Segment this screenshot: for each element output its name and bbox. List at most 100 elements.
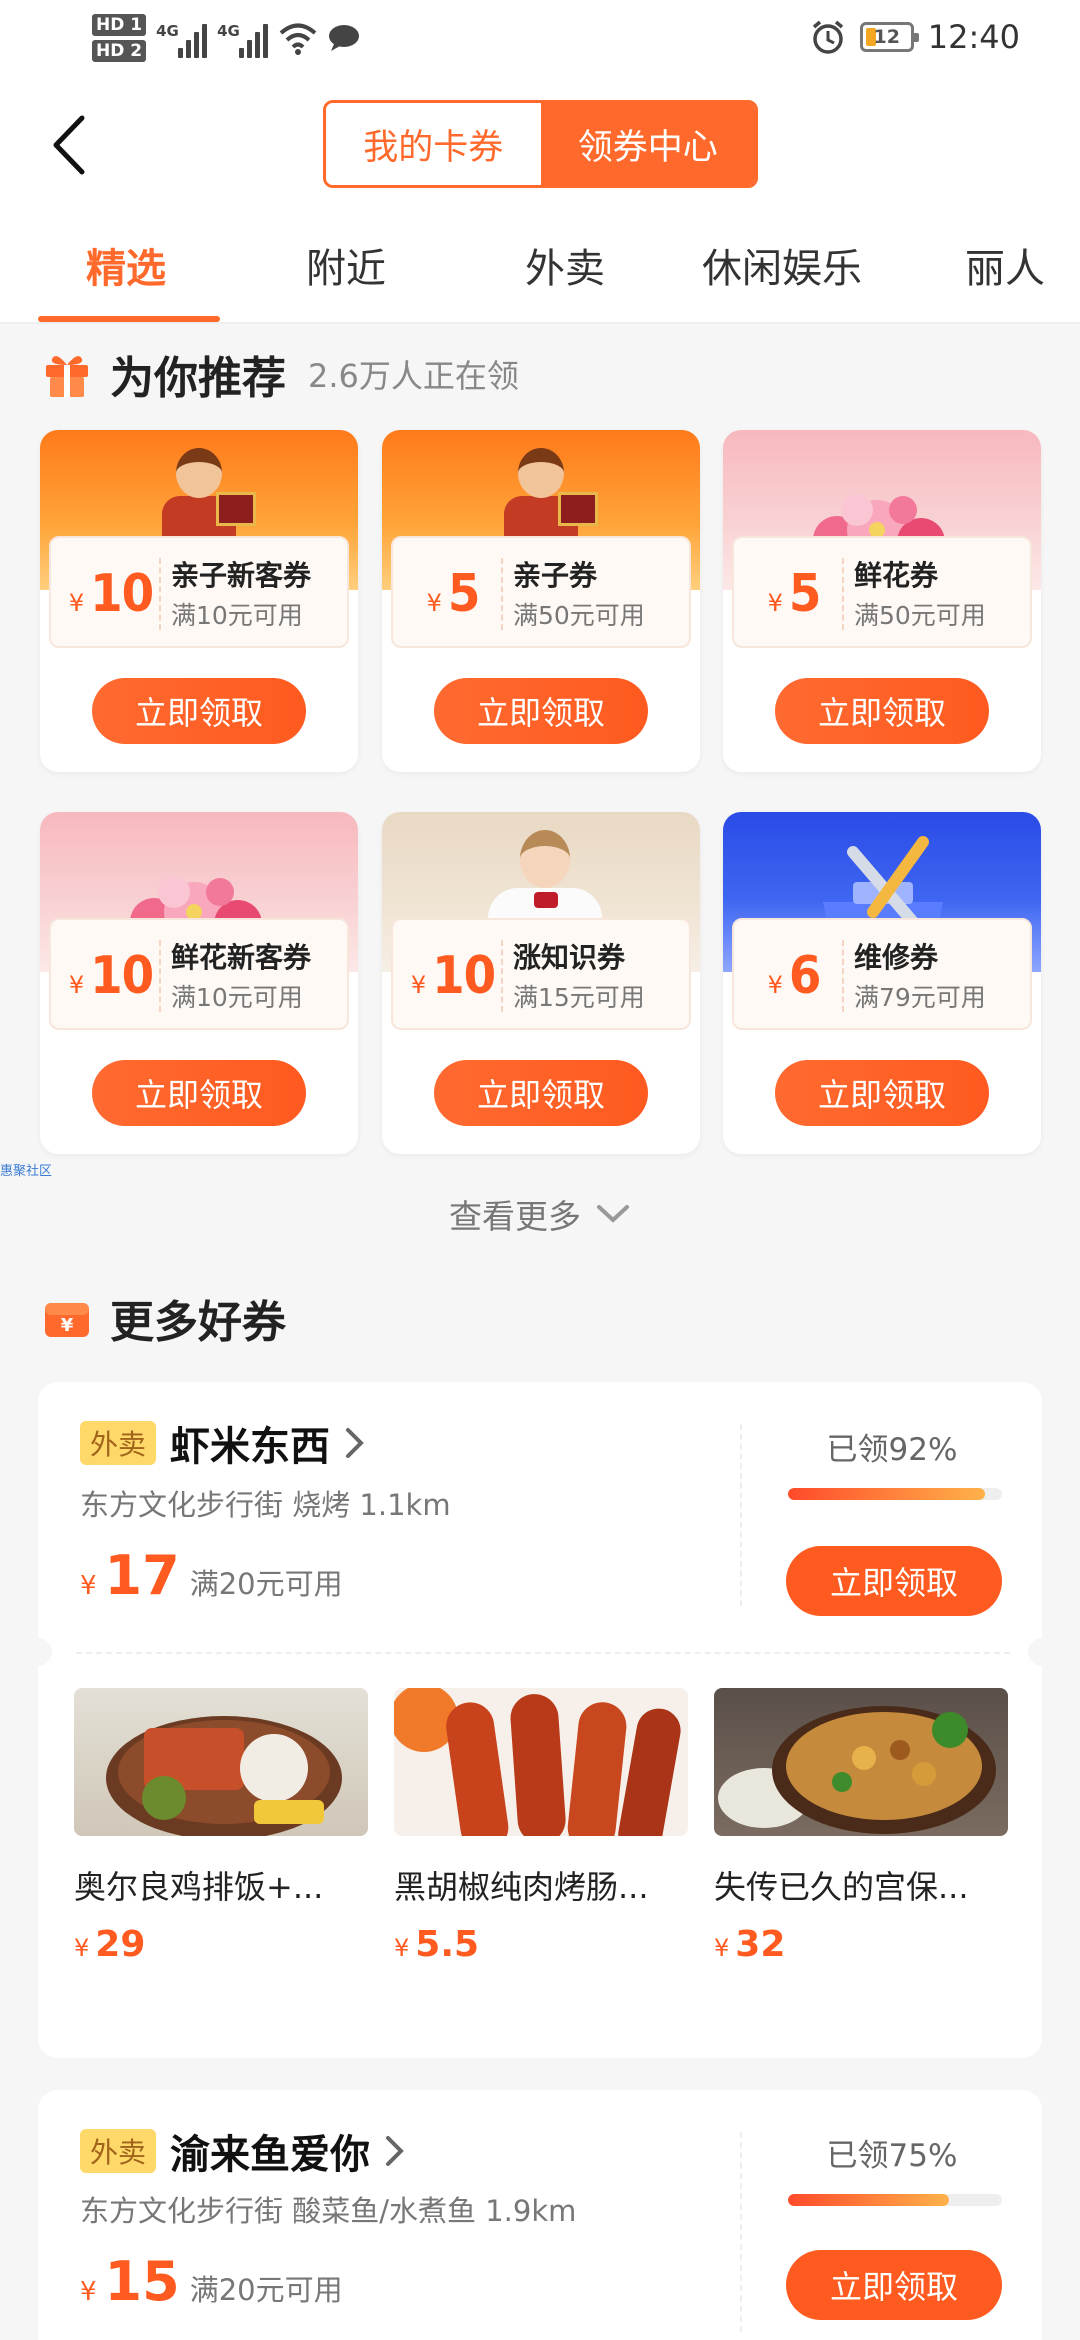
- coupon-currency: ¥: [80, 2277, 97, 2307]
- battery-icon: 12: [859, 22, 919, 52]
- coupon-card: ¥5 亲子券 满50元可用 立即领取: [382, 430, 700, 772]
- dish-image: [714, 1688, 1008, 1836]
- chevron-right-icon: [386, 2136, 404, 2166]
- shop-name: 渝来鱼爱你: [170, 2132, 371, 2178]
- dish-currency: ¥: [74, 1934, 90, 1962]
- tab-featured[interactable]: 精选: [86, 236, 166, 294]
- coupon-condition: 满20元可用: [189, 1567, 343, 1601]
- claim-button[interactable]: 立即领取: [786, 1546, 1002, 1616]
- coupon-condition: 满79元可用: [854, 983, 986, 1012]
- dish-item[interactable]: 奥尔良鸡排饭+... ¥ 29: [74, 1688, 368, 1965]
- recommend-title: 为你推荐: [110, 353, 286, 404]
- shop-meta: 东方文化步行街 酸菜鱼/水煮鱼 1.9km: [80, 2194, 577, 2228]
- coupon-name: 鲜花券: [854, 559, 939, 592]
- coupon-name: 涨知识券: [513, 941, 626, 974]
- claimed-progress-bar: [788, 1488, 1002, 1500]
- claim-button[interactable]: 立即领取: [92, 678, 306, 744]
- claim-button[interactable]: 立即领取: [434, 1060, 648, 1126]
- coupon-bag-icon: ¥: [45, 1303, 89, 1337]
- message-icon: [329, 25, 360, 51]
- gift-icon: [46, 356, 88, 397]
- dish-name: 奥尔良鸡排饭+...: [74, 1868, 324, 1906]
- top-header: 我的卡券 领券中心: [0, 86, 1080, 212]
- alarm-icon: [812, 20, 843, 54]
- dish-amount: 32: [735, 1924, 786, 1965]
- coupon-amount: 10: [90, 564, 154, 624]
- more-title: 更多好券: [110, 1297, 286, 1348]
- claim-button[interactable]: 立即领取: [92, 1060, 306, 1126]
- coupon-name: 维修券: [854, 941, 939, 974]
- claim-button[interactable]: 立即领取: [786, 2250, 1002, 2320]
- coupon-card: ¥6 维修券 满79元可用 立即领取: [723, 812, 1041, 1154]
- coupon-condition: 满20元可用: [189, 2273, 343, 2307]
- battery-level: 12: [873, 26, 900, 48]
- shop-name: 虾米东西: [170, 1424, 331, 1470]
- coupon-name: 亲子新客券: [171, 559, 312, 592]
- coupon-condition: 满10元可用: [171, 983, 303, 1012]
- tab-beauty[interactable]: 丽人: [965, 236, 1045, 294]
- claimed-percent: 已领75%: [826, 2138, 958, 2174]
- see-more-label: 查看更多: [449, 1197, 581, 1236]
- coupon-ticket: ¥5 亲子券 满50元可用: [391, 536, 691, 648]
- hd2-label: HD 2: [92, 40, 147, 62]
- status-time: 12:40: [927, 18, 1020, 56]
- shop-tag: 外卖: [80, 2129, 157, 2173]
- claimed-progress-bar: [788, 2194, 1002, 2206]
- tab-nearby[interactable]: 附近: [306, 236, 386, 294]
- back-arrow-icon[interactable]: [44, 110, 94, 180]
- chevron-down-icon: [597, 1205, 629, 1223]
- claim-button[interactable]: 立即领取: [775, 1060, 989, 1126]
- svg-text:¥: ¥: [61, 1315, 74, 1336]
- segment-my-coupons[interactable]: 我的卡券: [326, 103, 541, 185]
- shop-coupon-card: 外卖 渝来鱼爱你 东方文化步行街 酸菜鱼/水煮鱼 1.9km ¥ 15 满20元…: [38, 2090, 1042, 2340]
- dish-image: [394, 1688, 688, 1836]
- coupon-card: ¥10 涨知识券 满15元可用 立即领取: [382, 812, 700, 1154]
- tab-delivery[interactable]: 外卖: [525, 236, 605, 294]
- coupon-name: 鲜花新客券: [171, 941, 312, 974]
- coupon-card: ¥10 鲜花新客券 满10元可用 立即领取: [40, 812, 358, 1154]
- coupon-amount: 10: [90, 946, 154, 1006]
- network-label-1: 4G: [156, 22, 179, 40]
- dish-name: 黑胡椒纯肉烤肠...: [394, 1868, 649, 1906]
- segment-coupon-center[interactable]: 领券中心: [540, 103, 755, 185]
- coupon-currency: ¥: [80, 1571, 97, 1601]
- see-more-link[interactable]: 查看更多: [0, 1190, 1080, 1238]
- coupon-currency: ¥: [68, 589, 85, 617]
- coupon-amount: 15: [104, 2250, 180, 2313]
- dish-price: ¥ 29: [74, 1924, 368, 1965]
- chevron-right-icon: [346, 1428, 364, 1458]
- dish-currency: ¥: [394, 1934, 410, 1962]
- dish-image: [74, 1688, 368, 1836]
- claim-button[interactable]: 立即领取: [434, 678, 648, 744]
- wifi-icon: [279, 23, 317, 55]
- coupon-ticket: ¥10 涨知识券 满15元可用: [391, 918, 691, 1030]
- coupon-amount: 5: [447, 564, 481, 624]
- coupon-ticket: ¥6 维修券 满79元可用: [732, 918, 1032, 1030]
- coupon-amount: 6: [788, 946, 822, 1006]
- shop-coupon-card: 外卖 虾米东西 东方文化步行街 烧烤 1.1km ¥ 17 满20元可用 已领9…: [24, 1382, 1056, 2058]
- claim-button[interactable]: 立即领取: [775, 678, 989, 744]
- shop-tag: 外卖: [80, 1421, 157, 1465]
- tab-leisure[interactable]: 休闲娱乐: [702, 236, 862, 294]
- more-header: ¥ 更多好券: [42, 1286, 286, 1350]
- dish-item[interactable]: 失传已久的宫保... ¥ 32: [714, 1688, 1008, 1965]
- claimed-percent: 已领92%: [826, 1432, 958, 1468]
- dish-item[interactable]: 黑胡椒纯肉烤肠... ¥ 5.5: [394, 1688, 688, 1965]
- shop-title-row[interactable]: 外卖 渝来鱼爱你: [80, 2122, 406, 2180]
- dish-amount: 29: [95, 1924, 146, 1965]
- shop-meta: 东方文化步行街 烧烤 1.1km: [80, 1488, 451, 1522]
- coupon-amount: 17: [104, 1544, 180, 1607]
- dish-price: ¥ 32: [714, 1924, 1008, 1965]
- shop-title-row[interactable]: 外卖 虾米东西: [80, 1414, 366, 1472]
- signal-icon-2: 4G: [217, 18, 269, 58]
- coupon-condition: 满10元可用: [171, 601, 303, 630]
- dish-price: ¥ 5.5: [394, 1924, 688, 1965]
- coupon-name: 亲子券: [513, 559, 598, 592]
- dish-name: 失传已久的宫保...: [714, 1868, 969, 1906]
- coupon-ticket: ¥10 亲子新客券 满10元可用: [49, 536, 349, 648]
- coupon-currency: ¥: [410, 971, 427, 999]
- recommend-subtitle: 2.6万人正在领: [308, 357, 519, 395]
- coupon-ticket: ¥5 鲜花券 满50元可用: [732, 536, 1032, 648]
- watermark-text: 惠聚社区: [0, 1164, 53, 1179]
- tab-indicator: [38, 316, 220, 322]
